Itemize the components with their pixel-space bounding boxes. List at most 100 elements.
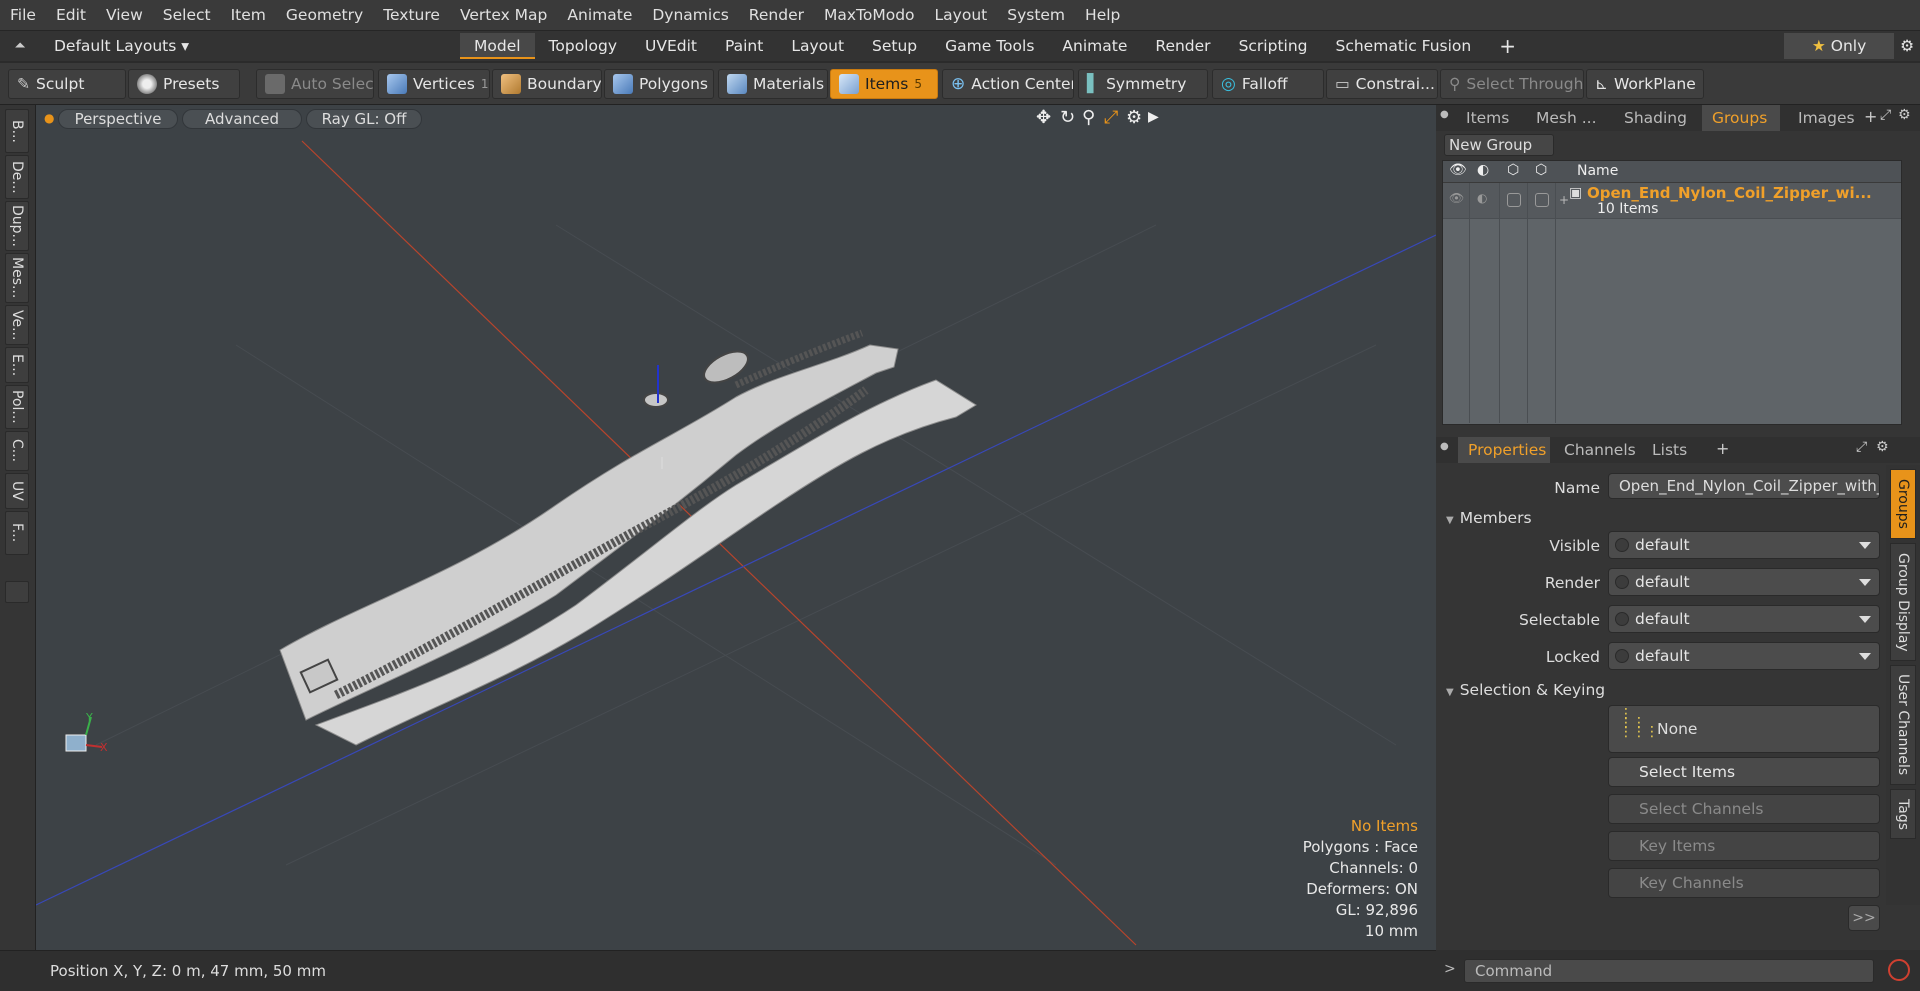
selectable-channel-dot[interactable] [1615, 612, 1629, 626]
falloff-button[interactable]: ◎ Falloff [1212, 69, 1324, 99]
visible-channel-dot[interactable] [1615, 538, 1629, 552]
members-section-header[interactable]: Members [1446, 509, 1532, 527]
key-channels-button[interactable]: Key Channels [1608, 868, 1880, 898]
name-field[interactable]: Open_End_Nylon_Coil_Zipper_with_Sl [1608, 473, 1880, 499]
layout-preset-dropdown[interactable]: Default Layouts ▾ [40, 33, 460, 59]
row-render-icon[interactable]: ◐ [1477, 191, 1487, 205]
tab-paint[interactable]: Paint [711, 33, 777, 59]
add-tab-button[interactable]: + [1485, 33, 1530, 59]
menu-view[interactable]: View [96, 6, 153, 24]
tab-shading[interactable]: Shading [1614, 105, 1692, 131]
left-tab-polygon[interactable]: Pol... [5, 385, 29, 429]
boundary-button[interactable]: Boundary [492, 69, 602, 99]
menu-geometry[interactable]: Geometry [276, 6, 373, 24]
action-center-button[interactable]: ⊕ Action Center [942, 69, 1074, 99]
visible-dropdown[interactable]: default [1608, 531, 1880, 559]
sculpt-button[interactable]: ✎ Sculpt [8, 69, 126, 99]
selection-keying-section-header[interactable]: Selection & Keying [1446, 681, 1605, 699]
tab-scripting[interactable]: Scripting [1225, 33, 1322, 59]
render-dropdown[interactable]: default [1608, 568, 1880, 596]
menu-select[interactable]: Select [153, 6, 221, 24]
workplane-button[interactable]: ⊾ WorkPlane [1586, 69, 1704, 99]
name-column-header[interactable]: Name [1577, 163, 1618, 179]
record-icon[interactable] [1888, 959, 1910, 981]
left-tab-deform[interactable]: De... [5, 155, 29, 199]
visibility-eye-icon[interactable]: 👁 [1449, 162, 1467, 178]
render-channel-dot[interactable] [1615, 575, 1629, 589]
add-panel-tab-icon[interactable]: + [1716, 439, 1729, 458]
group-list-item[interactable]: 👁 ◐ + ▣ Open_End_Nylon_Coil_Zipper_wi...… [1443, 183, 1901, 219]
tab-game-tools[interactable]: Game Tools [931, 33, 1048, 59]
tab-uvedit[interactable]: UVEdit [631, 33, 711, 59]
more-button[interactable]: >> [1848, 905, 1880, 931]
menu-vertex-map[interactable]: Vertex Map [450, 6, 557, 24]
side-tab-group-display[interactable]: Group Display [1890, 543, 1916, 661]
keying-none-button[interactable]: ⋮ ⋮⋮ ⋮⋮⋮ None [1608, 705, 1880, 753]
expand-panel-icon[interactable]: ⤢ [1880, 107, 1891, 123]
render-toggle-icon[interactable]: ◐ [1477, 162, 1489, 178]
menu-layout[interactable]: Layout [925, 6, 998, 24]
tab-model[interactable]: Model [460, 33, 535, 59]
tab-render[interactable]: Render [1141, 33, 1224, 59]
menu-maxtomodo[interactable]: MaxToModo [814, 6, 925, 24]
materials-button[interactable]: Materials [718, 69, 828, 99]
row-eye-icon[interactable]: 👁 [1449, 191, 1464, 205]
3d-viewport[interactable]: ● Perspective Advanced Ray GL: Off ✥ ↻ ⚲… [36, 105, 1436, 950]
new-group-button[interactable]: New Group [1444, 134, 1554, 156]
row-lock-checkbox[interactable] [1507, 193, 1521, 207]
panel-menu-dot-icon[interactable]: ● [1440, 441, 1449, 452]
row-select-checkbox[interactable] [1535, 193, 1549, 207]
expand-panel-icon[interactable]: ⤢ [1856, 439, 1867, 455]
auto-select-button[interactable]: Auto Select [256, 69, 374, 99]
tab-topology[interactable]: Topology [535, 33, 631, 59]
panel-menu-dot-icon[interactable]: ● [1440, 109, 1449, 120]
panel-gear-icon[interactable]: ⚙ [1898, 107, 1911, 123]
side-tab-groups[interactable]: Groups [1890, 469, 1916, 539]
command-input[interactable]: Command [1464, 959, 1874, 983]
left-tab-edge[interactable]: E... [5, 347, 29, 383]
select-channels-button[interactable]: Select Channels [1608, 794, 1880, 824]
menu-render[interactable]: Render [739, 6, 814, 24]
menu-animate[interactable]: Animate [557, 6, 642, 24]
tab-channels[interactable]: Channels [1554, 437, 1638, 463]
presets-button[interactable]: Presets [128, 69, 240, 99]
panel-gear-icon[interactable]: ⚙ [1876, 439, 1889, 455]
left-tab-mesh-edit[interactable]: Mes... [5, 253, 29, 303]
only-toggle[interactable]: ★ Only [1784, 33, 1895, 59]
select-items-button[interactable]: Select Items [1608, 757, 1880, 787]
tab-layout[interactable]: Layout [777, 33, 858, 59]
vertices-button[interactable]: Vertices 1 [378, 69, 490, 99]
key-items-button[interactable]: Key Items [1608, 831, 1880, 861]
locked-dropdown[interactable]: default [1608, 642, 1880, 670]
selectable-dropdown[interactable]: default [1608, 605, 1880, 633]
left-tab-duplicate[interactable]: Dup... [5, 201, 29, 251]
tab-setup[interactable]: Setup [858, 33, 931, 59]
side-tab-user-channels[interactable]: User Channels [1890, 665, 1916, 785]
tab-animate[interactable]: Animate [1048, 33, 1141, 59]
left-tab-curve[interactable]: C... [5, 431, 29, 471]
menu-system[interactable]: System [997, 6, 1075, 24]
lock-cube-icon[interactable]: ⬡ [1507, 162, 1519, 178]
items-button[interactable]: Items 5 [830, 69, 938, 99]
tab-images[interactable]: Images [1788, 105, 1860, 131]
constraints-button[interactable]: ▭ Constrai... [1326, 69, 1438, 99]
select-cube-icon[interactable]: ⬡ [1535, 162, 1547, 178]
left-tab-fusion[interactable]: F... [5, 511, 29, 555]
add-panel-tab-icon[interactable]: + [1864, 107, 1877, 126]
polygons-button[interactable]: Polygons [604, 69, 714, 99]
tab-properties[interactable]: Properties [1458, 437, 1550, 463]
expand-plus-icon[interactable]: + [1559, 193, 1569, 207]
tab-items[interactable]: Items [1456, 105, 1516, 131]
left-tab-extra[interactable] [5, 581, 29, 603]
left-tab-basic[interactable]: B... [5, 109, 29, 153]
side-tab-tags[interactable]: Tags [1890, 789, 1916, 839]
select-through-button[interactable]: ⚲ Select Through [1440, 69, 1584, 99]
locked-channel-dot[interactable] [1615, 649, 1629, 663]
menu-item[interactable]: Item [221, 6, 276, 24]
menu-edit[interactable]: Edit [46, 6, 96, 24]
layout-arrow-icon[interactable]: ⏶ [0, 38, 40, 54]
tab-groups[interactable]: Groups [1702, 105, 1780, 131]
left-tab-vertex[interactable]: Ve... [5, 305, 29, 345]
layout-settings-gear-icon[interactable]: ⚙ [1894, 33, 1920, 59]
tab-schematic-fusion[interactable]: Schematic Fusion [1322, 33, 1486, 59]
